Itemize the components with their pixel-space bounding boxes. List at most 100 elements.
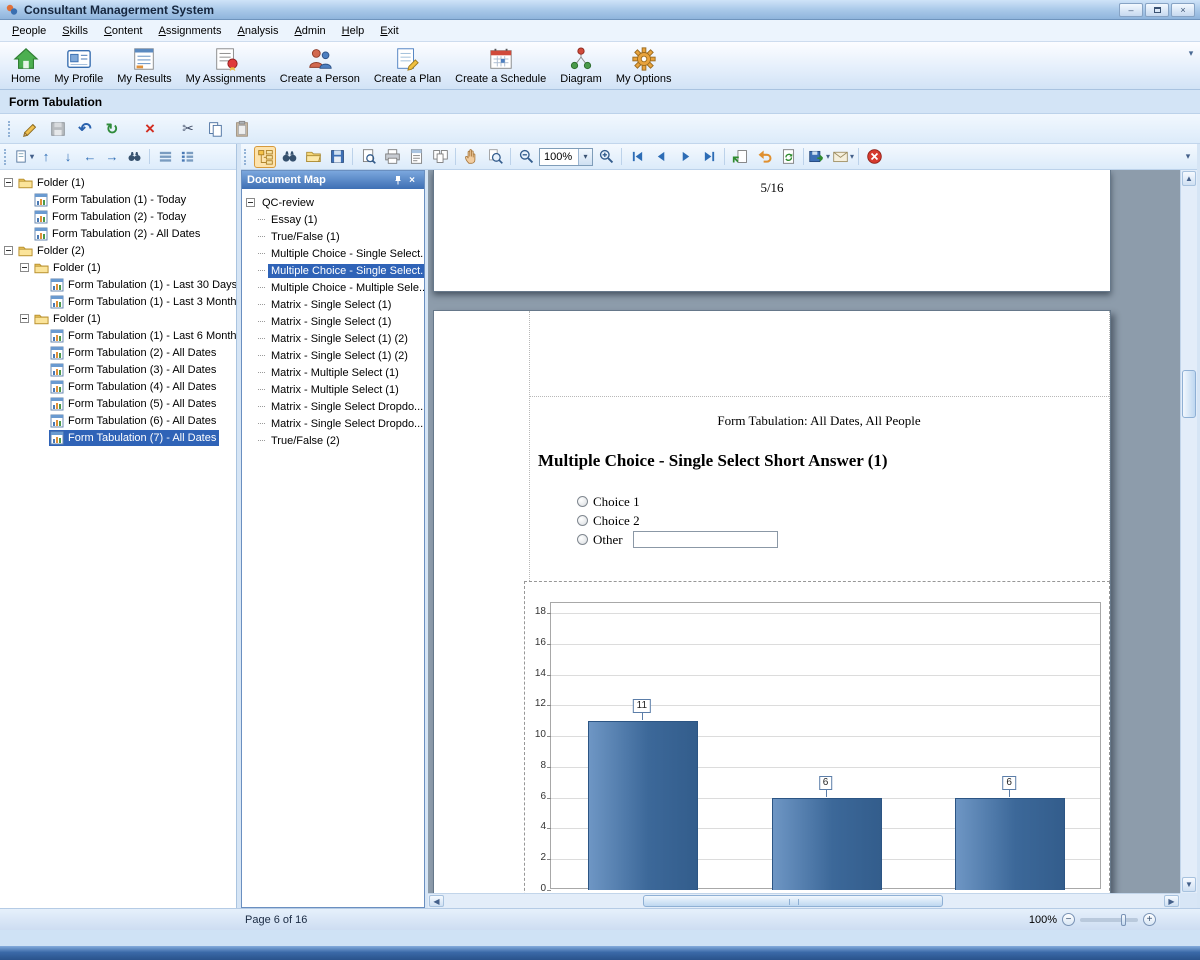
previous-page-button[interactable] (650, 146, 672, 168)
document-map-item[interactable]: True/False (1) (242, 228, 424, 245)
edit-button[interactable] (19, 117, 43, 141)
document-map-item[interactable]: True/False (2) (242, 432, 424, 449)
scroll-up-arrow[interactable]: ▲ (1182, 171, 1196, 186)
page-setup-button[interactable] (405, 146, 427, 168)
cut-button[interactable]: ✂ (176, 117, 200, 141)
move-right-button[interactable]: → (102, 147, 122, 167)
pan-tool-button[interactable] (460, 146, 482, 168)
zoom-tool-button[interactable] (484, 146, 506, 168)
horizontal-scroll-thumb[interactable] (643, 895, 943, 907)
paste-button[interactable] (230, 117, 254, 141)
delete-button[interactable]: × (138, 117, 162, 141)
copy-button[interactable] (203, 117, 227, 141)
zoom-slider-thumb[interactable] (1121, 914, 1126, 926)
document-map-item[interactable]: Matrix - Multiple Select (1) (242, 381, 424, 398)
document-map-item[interactable]: QC-review (242, 194, 424, 211)
tree-item-report[interactable]: Form Tabulation (2) - Today (0, 208, 236, 225)
scroll-left-arrow[interactable]: ◀ (429, 895, 444, 907)
minimize-button[interactable]: – (1119, 3, 1143, 17)
document-map-item[interactable]: Multiple Choice - Single Select... (242, 245, 424, 262)
document-map-item[interactable]: Matrix - Single Select Dropdo... (242, 415, 424, 432)
toolbar-button-create-a-schedule[interactable]: Create a Schedule (448, 44, 553, 86)
toolbar-button-my-results[interactable]: My Results (110, 44, 178, 86)
toolbar-button-my-profile[interactable]: My Profile (47, 44, 110, 86)
toolbar-button-create-a-plan[interactable]: Create a Plan (367, 44, 448, 86)
tree-item-report[interactable]: Form Tabulation (3) - All Dates (0, 361, 236, 378)
document-map-item[interactable]: Matrix - Single Select (1) (242, 296, 424, 313)
parent-report-button[interactable] (729, 146, 751, 168)
last-page-button[interactable] (698, 146, 720, 168)
tree-item-folder[interactable]: Folder (2) (0, 242, 236, 259)
menu-item-people[interactable]: People (4, 22, 54, 40)
menu-item-help[interactable]: Help (334, 22, 373, 40)
export-button[interactable]: ▾ (808, 146, 830, 168)
toolbar-overflow-button[interactable]: ▾ (1182, 151, 1194, 162)
email-button[interactable]: ▾ (832, 146, 854, 168)
document-map-item[interactable]: Matrix - Single Select (1) (242, 313, 424, 330)
save-report-button[interactable] (326, 146, 348, 168)
refresh-button[interactable]: ↻ (100, 117, 124, 141)
print-preview-button[interactable] (357, 146, 379, 168)
tree-item-folder[interactable]: Folder (1) (0, 310, 236, 327)
stop-button[interactable] (863, 146, 885, 168)
toolbar-button-create-a-person[interactable]: Create a Person (273, 44, 367, 86)
move-up-button[interactable]: ↑ (36, 147, 56, 167)
find-button[interactable] (278, 146, 300, 168)
document-map-item[interactable]: Matrix - Single Select (1) (2) (242, 347, 424, 364)
print-button[interactable] (381, 146, 403, 168)
tree-item-folder[interactable]: Folder (1) (0, 174, 236, 191)
tree-item-report[interactable]: Form Tabulation (1) - Last 6 Months (0, 327, 236, 344)
tree-item-report[interactable]: Form Tabulation (2) - All Dates (0, 225, 236, 242)
open-report-button[interactable] (302, 146, 324, 168)
move-left-button[interactable]: ← (80, 147, 100, 167)
save-button[interactable] (46, 117, 70, 141)
menu-item-exit[interactable]: Exit (372, 22, 406, 40)
document-map-item[interactable]: Matrix - Multiple Select (1) (242, 364, 424, 381)
tree-item-report[interactable]: Form Tabulation (1) - Last 30 Days (0, 276, 236, 293)
tree-item-folder[interactable]: Folder (1) (0, 259, 236, 276)
close-icon[interactable]: × (405, 173, 419, 187)
zoom-out-button[interactable]: − (1062, 913, 1075, 926)
tree-item-report[interactable]: Form Tabulation (1) - Today (0, 191, 236, 208)
zoom-slider[interactable] (1080, 918, 1138, 922)
menu-item-analysis[interactable]: Analysis (229, 22, 286, 40)
close-button[interactable]: × (1171, 3, 1195, 17)
tree-item-report[interactable]: Form Tabulation (4) - All Dates (0, 378, 236, 395)
document-map-item[interactable]: Essay (1) (242, 211, 424, 228)
report-horizontal-scrollbar[interactable]: ◀ ▶ (428, 893, 1180, 908)
zoom-select[interactable]: 100% ▾ (539, 148, 593, 166)
menu-item-admin[interactable]: Admin (286, 22, 333, 40)
back-button[interactable] (753, 146, 775, 168)
document-map-item[interactable]: Multiple Choice - Single Select... (242, 262, 424, 279)
pin-icon[interactable] (391, 173, 405, 187)
details-view-button[interactable] (177, 147, 197, 167)
toolbar-button-my-assignments[interactable]: My Assignments (179, 44, 273, 86)
menu-item-assignments[interactable]: Assignments (151, 22, 230, 40)
document-map-toggle-button[interactable] (254, 146, 276, 168)
multi-page-view-button[interactable] (429, 146, 451, 168)
vertical-scroll-thumb[interactable] (1182, 370, 1196, 418)
document-map-item[interactable]: Matrix - Single Select (1) (2) (242, 330, 424, 347)
tree-expander-icon[interactable] (4, 178, 13, 187)
report-vertical-scrollbar[interactable]: ▲ ▼ (1180, 170, 1197, 893)
document-map-item[interactable]: Matrix - Single Select Dropdo... (242, 398, 424, 415)
toolbar-button-home[interactable]: Home (4, 44, 47, 86)
refresh-page-button[interactable] (777, 146, 799, 168)
zoom-in-button[interactable]: + (1143, 913, 1156, 926)
new-item-button[interactable]: ▾ (14, 147, 34, 167)
zoom-out-button[interactable] (515, 146, 537, 168)
menu-item-skills[interactable]: Skills (54, 22, 96, 40)
maximize-button[interactable] (1145, 3, 1169, 17)
menu-item-content[interactable]: Content (96, 22, 151, 40)
zoom-in-button[interactable] (595, 146, 617, 168)
document-map-item[interactable]: Multiple Choice - Multiple Sele... (242, 279, 424, 296)
next-page-button[interactable] (674, 146, 696, 168)
tree-item-report[interactable]: Form Tabulation (1) - Last 3 Months (0, 293, 236, 310)
first-page-button[interactable] (626, 146, 648, 168)
tree-item-report[interactable]: Form Tabulation (6) - All Dates (0, 412, 236, 429)
tree-item-report[interactable]: Form Tabulation (7) - All Dates (0, 429, 236, 446)
tree-expander-icon[interactable] (20, 263, 29, 272)
toolbar-button-diagram[interactable]: Diagram (553, 44, 609, 86)
tree-expander-icon[interactable] (20, 314, 29, 323)
tree-item-report[interactable]: Form Tabulation (5) - All Dates (0, 395, 236, 412)
